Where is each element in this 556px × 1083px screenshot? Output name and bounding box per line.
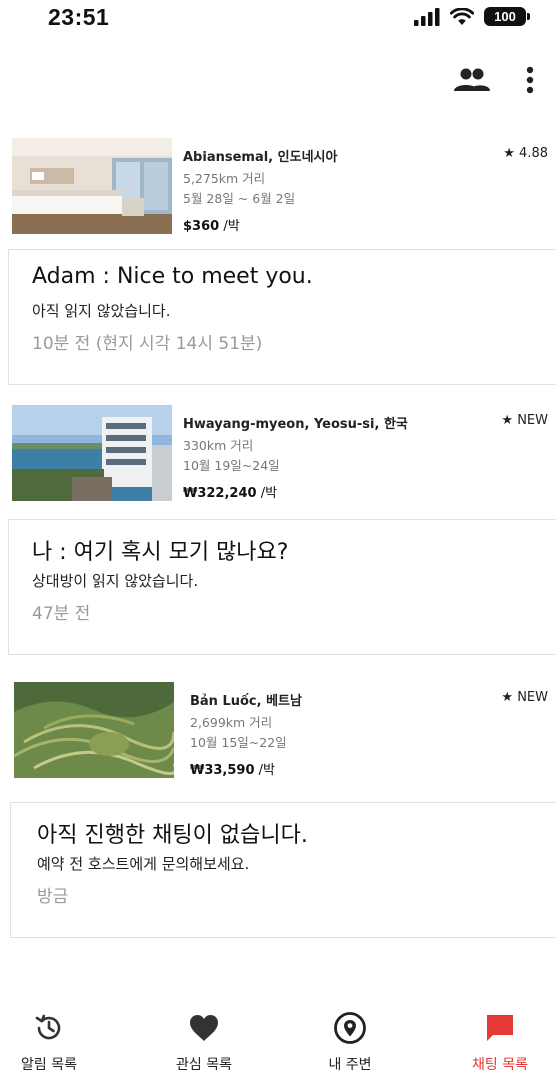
listing-info: Hwayang-myeon, Yeosu-si, 한국 330km 거리 10월… bbox=[183, 413, 523, 501]
listing-info: Bản Luốc, 베트남 2,699km 거리 10월 15일~22일 ₩33… bbox=[190, 690, 530, 778]
chat-preview-2[interactable]: 나 : 여기 혹시 모기 많나요? 상대방이 읽지 않았습니다. 47분 전 bbox=[8, 519, 556, 655]
listing-rating: ★ NEW bbox=[501, 413, 548, 428]
listing-price-line: ₩322,240 /박 bbox=[183, 482, 523, 501]
listing-distance: 330km 거리 bbox=[183, 438, 254, 453]
bottom-tab-bar: 알림 목록 관심 목록 내 주변 채팅 목록 bbox=[0, 1010, 556, 1083]
chat-read-status: 아직 읽지 않았습니다. bbox=[32, 302, 171, 320]
listing-dates: 10월 15일~22일 bbox=[190, 735, 287, 750]
listing-price-line: ₩33,590 /박 bbox=[190, 759, 530, 778]
tab-wishlist[interactable]: 관심 목록 bbox=[144, 1010, 264, 1074]
chat-last-message: 아직 진행한 채팅이 없습니다. bbox=[37, 823, 308, 848]
battery-icon: 100 bbox=[484, 7, 530, 26]
people-icon[interactable] bbox=[454, 68, 490, 92]
listing-price-line: $360 /박 bbox=[183, 215, 523, 234]
tab-alerts[interactable]: 알림 목록 bbox=[0, 1010, 109, 1074]
listing-price: $360 bbox=[183, 219, 220, 234]
wifi-icon bbox=[450, 7, 474, 25]
chat-last-message: 나 : 여기 혹시 모기 많나요? bbox=[32, 540, 289, 565]
chat-timestamp: 방금 bbox=[37, 887, 69, 907]
listing-price-unit: /박 bbox=[254, 763, 275, 778]
listing-photo bbox=[12, 405, 172, 501]
tab-label: 관심 목록 bbox=[176, 1057, 232, 1073]
listing-price: ₩33,590 bbox=[190, 763, 255, 778]
listing-card-3[interactable]: Bản Luốc, 베트남 2,699km 거리 10월 15일~22일 ₩33… bbox=[14, 682, 556, 782]
listing-photo bbox=[12, 138, 172, 234]
chat-preview-1[interactable]: Adam : Nice to meet you. 아직 읽지 않았습니다. 10… bbox=[8, 249, 556, 385]
history-icon bbox=[0, 1010, 109, 1046]
chat-last-message: Adam : Nice to meet you. bbox=[32, 264, 313, 289]
location-pin-icon bbox=[290, 1010, 410, 1046]
heart-icon bbox=[144, 1010, 264, 1046]
cellular-signal-icon bbox=[414, 7, 440, 26]
listing-dates: 5월 28일 ~ 6월 2일 bbox=[183, 191, 296, 206]
listing-rating: ★ 4.88 bbox=[503, 146, 548, 161]
chat-preview-3[interactable]: 아직 진행한 채팅이 없습니다. 예약 전 호스트에게 문의해보세요. 방금 bbox=[10, 802, 556, 938]
listing-card-2[interactable]: Hwayang-myeon, Yeosu-si, 한국 330km 거리 10월… bbox=[12, 405, 556, 505]
listing-dates: 10월 19일~24일 bbox=[183, 458, 280, 473]
listing-photo bbox=[14, 682, 174, 778]
status-bar: 23:51 100 bbox=[0, 0, 556, 40]
status-icons: 100 bbox=[414, 7, 530, 26]
tab-label: 내 주변 bbox=[328, 1057, 372, 1073]
more-vert-icon[interactable] bbox=[526, 66, 534, 94]
status-time: 23:51 bbox=[48, 4, 110, 30]
listing-distance: 5,275km 거리 bbox=[183, 171, 266, 186]
listing-rating: ★ NEW bbox=[501, 690, 548, 705]
listing-place: Abiansemal, 인도네시아 bbox=[183, 150, 338, 165]
listing-place: Hwayang-myeon, Yeosu-si, 한국 bbox=[183, 417, 408, 432]
listing-info: Abiansemal, 인도네시아 5,275km 거리 5월 28일 ~ 6월… bbox=[183, 146, 523, 234]
header-actions bbox=[454, 66, 534, 94]
listing-card-1[interactable]: Abiansemal, 인도네시아 5,275km 거리 5월 28일 ~ 6월… bbox=[12, 138, 556, 238]
listing-place: Bản Luốc, 베트남 bbox=[190, 694, 302, 709]
listing-distance: 2,699km 거리 bbox=[190, 715, 273, 730]
chat-bubble-icon bbox=[440, 1010, 556, 1046]
chat-timestamp: 10분 전 (현지 시각 14시 51분) bbox=[32, 334, 263, 354]
listing-price: ₩322,240 bbox=[183, 486, 257, 501]
tab-nearby[interactable]: 내 주변 bbox=[290, 1010, 410, 1074]
listing-price-unit: /박 bbox=[219, 219, 240, 234]
listing-price-unit: /박 bbox=[256, 486, 278, 501]
chat-timestamp: 47분 전 bbox=[32, 604, 91, 624]
tab-chat[interactable]: 채팅 목록 bbox=[440, 1010, 556, 1074]
chat-read-status: 상대방이 읽지 않았습니다. bbox=[32, 572, 199, 590]
tab-label: 채팅 목록 bbox=[472, 1057, 528, 1073]
tab-label: 알림 목록 bbox=[21, 1057, 77, 1073]
chat-read-status: 예약 전 호스트에게 문의해보세요. bbox=[37, 855, 250, 873]
